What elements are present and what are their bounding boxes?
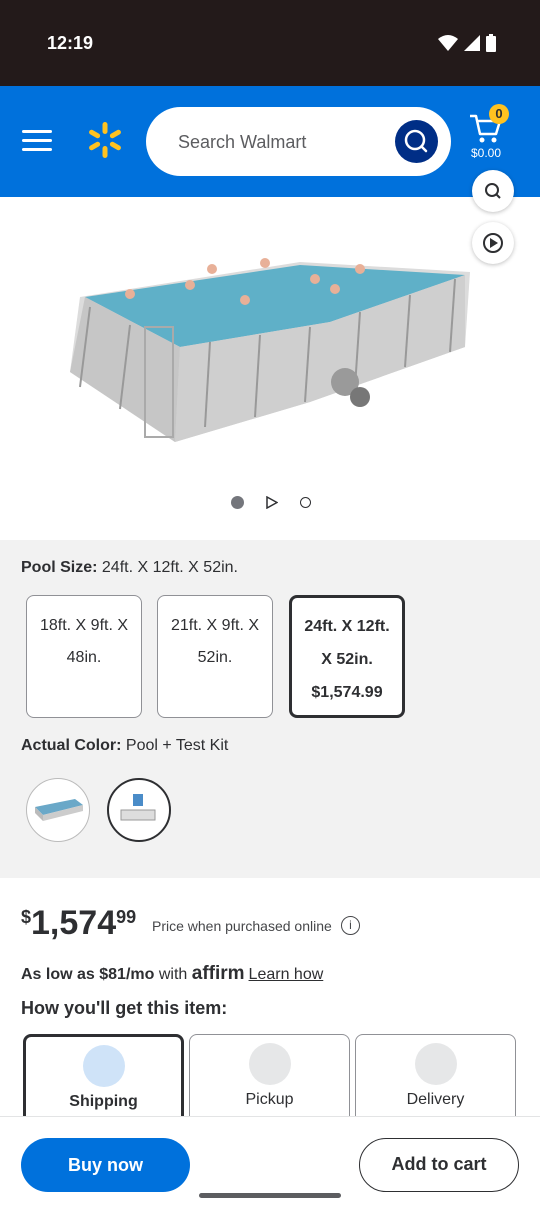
color-value: Pool + Test Kit xyxy=(125,737,229,754)
size-line2: X 52in. xyxy=(321,651,373,668)
fulfillment-label: Shipping xyxy=(69,1093,138,1110)
add-to-cart-button[interactable]: Add to cart xyxy=(359,1138,519,1192)
color-swatch-pool[interactable] xyxy=(26,778,90,842)
affirm-monthly: As low as $81/mo xyxy=(21,966,155,983)
price-note: Price when purchased online xyxy=(152,918,332,934)
color-label: Actual Color: Pool + Test Kit xyxy=(21,737,229,754)
shipping-truck-icon xyxy=(82,1045,125,1087)
swatch-kit-image xyxy=(120,794,156,821)
cart-button[interactable]: 0 $0.00 xyxy=(466,104,516,164)
search-input[interactable]: Search Walmart xyxy=(146,107,451,176)
cart-count-badge: 0 xyxy=(489,104,509,124)
fulfillment-label: Delivery xyxy=(406,1091,465,1108)
video-button[interactable] xyxy=(472,222,514,264)
info-icon[interactable]: i xyxy=(341,916,360,935)
carousel-dot-active[interactable] xyxy=(231,496,244,509)
fulfillment-title: How you'll get this item: xyxy=(21,998,228,1018)
affirm-financing: As low as $81/mo with affirm Learn how xyxy=(21,963,323,985)
zoom-icon xyxy=(485,183,501,199)
price-dollars: 1,574 xyxy=(31,904,117,942)
carousel-indicators xyxy=(231,496,311,509)
product-image-carousel[interactable] xyxy=(0,197,540,540)
product-price: $1,57499 xyxy=(21,904,136,943)
wifi-icon xyxy=(438,35,458,51)
size-line2: 52in. xyxy=(197,649,233,666)
price-currency: $ xyxy=(21,907,32,927)
pool-size-label: Pool Size: 24ft. X 12ft. X 52in. xyxy=(21,559,238,576)
affirm-learn-how-link[interactable]: Learn how xyxy=(249,966,324,983)
product-image xyxy=(70,258,470,442)
home-indicator[interactable] xyxy=(199,1193,341,1198)
search-placeholder: Search Walmart xyxy=(178,132,307,152)
color-swatch-pool-test-kit[interactable] xyxy=(107,778,171,842)
affirm-logo: affirm xyxy=(191,963,245,984)
menu-icon[interactable] xyxy=(22,130,52,154)
size-option-21ft[interactable]: 21ft. X 9ft. X 52in. xyxy=(157,595,273,718)
size-line2: 48in. xyxy=(66,649,102,666)
signal-icon xyxy=(464,35,480,51)
size-line1: 21ft. X 9ft. X xyxy=(170,617,260,634)
zoom-button[interactable] xyxy=(472,170,514,212)
size-price: $1,574.99 xyxy=(311,684,383,701)
size-line1: 18ft. X 9ft. X xyxy=(39,617,129,634)
status-icons xyxy=(438,34,496,52)
search-button[interactable] xyxy=(395,120,438,163)
search-icon xyxy=(404,129,428,153)
status-time: 12:19 xyxy=(47,33,94,53)
size-option-18ft[interactable]: 18ft. X 9ft. X 48in. xyxy=(26,595,142,718)
walmart-spark-logo[interactable] xyxy=(86,121,124,159)
buy-now-button[interactable]: Buy now xyxy=(21,1138,190,1192)
size-line1: 24ft. X 12ft. xyxy=(304,618,390,635)
carousel-dot[interactable] xyxy=(300,497,311,508)
play-icon xyxy=(483,233,503,253)
price-cents: 99 xyxy=(116,907,137,927)
carousel-video-icon[interactable] xyxy=(266,496,278,509)
size-option-24ft-selected[interactable]: 24ft. X 12ft. X 52in. $1,574.99 xyxy=(289,595,405,718)
battery-icon xyxy=(486,34,496,52)
swatch-pool-image xyxy=(35,799,83,821)
status-bar: 12:19 xyxy=(0,0,540,86)
pool-size-value: 24ft. X 12ft. X 52in. xyxy=(101,559,238,576)
affirm-with: with xyxy=(158,966,188,983)
delivery-bag-icon xyxy=(414,1043,457,1085)
fulfillment-label: Pickup xyxy=(245,1091,294,1108)
pickup-car-icon xyxy=(248,1043,291,1085)
cart-total: $0.00 xyxy=(471,146,502,160)
